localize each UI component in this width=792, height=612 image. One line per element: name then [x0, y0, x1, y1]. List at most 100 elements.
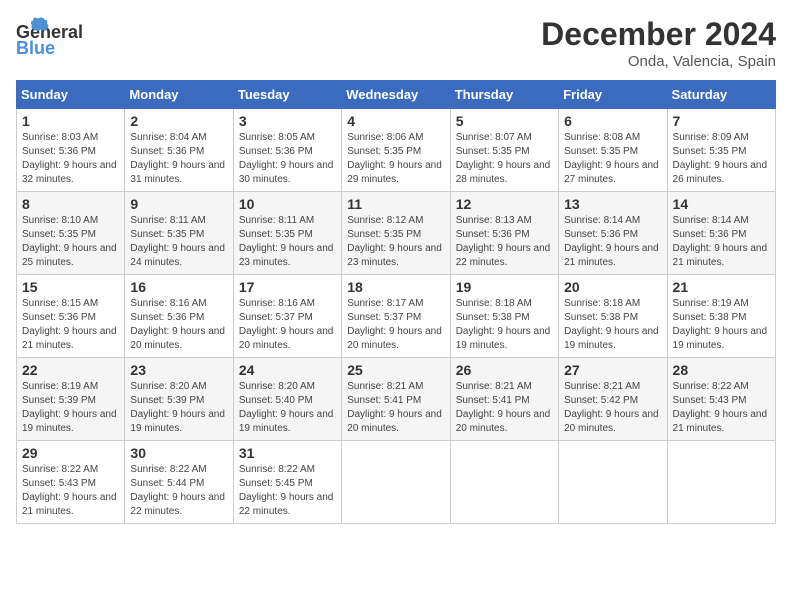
day-number: 28: [673, 362, 770, 378]
calendar-day-cell: 17 Sunrise: 8:16 AMSunset: 5:37 PMDaylig…: [233, 275, 341, 358]
calendar-day-cell: 25 Sunrise: 8:21 AMSunset: 5:41 PMDaylig…: [342, 358, 450, 441]
calendar-week-row: 1 Sunrise: 8:03 AMSunset: 5:36 PMDayligh…: [17, 109, 776, 192]
day-detail: Sunrise: 8:16 AMSunset: 5:36 PMDaylight:…: [130, 298, 225, 351]
day-detail: Sunrise: 8:18 AMSunset: 5:38 PMDaylight:…: [456, 298, 551, 351]
calendar-day-cell: 20 Sunrise: 8:18 AMSunset: 5:38 PMDaylig…: [559, 275, 667, 358]
day-detail: Sunrise: 8:22 AMSunset: 5:43 PMDaylight:…: [22, 464, 117, 517]
calendar-day-cell: 29 Sunrise: 8:22 AMSunset: 5:43 PMDaylig…: [17, 441, 125, 524]
day-number: 15: [22, 279, 119, 295]
day-number: 19: [456, 279, 553, 295]
calendar-day-cell: 30 Sunrise: 8:22 AMSunset: 5:44 PMDaylig…: [125, 441, 233, 524]
col-monday: Monday: [125, 81, 233, 109]
location-subtitle: Onda, Valencia, Spain: [541, 53, 776, 70]
calendar-day-cell: 12 Sunrise: 8:13 AMSunset: 5:36 PMDaylig…: [450, 192, 558, 275]
day-number: 26: [456, 362, 553, 378]
day-detail: Sunrise: 8:16 AMSunset: 5:37 PMDaylight:…: [239, 298, 334, 351]
calendar-week-row: 29 Sunrise: 8:22 AMSunset: 5:43 PMDaylig…: [17, 441, 776, 524]
day-detail: Sunrise: 8:07 AMSunset: 5:35 PMDaylight:…: [456, 132, 551, 185]
day-detail: Sunrise: 8:05 AMSunset: 5:36 PMDaylight:…: [239, 132, 334, 185]
day-number: 7: [673, 113, 770, 129]
calendar-day-cell: 5 Sunrise: 8:07 AMSunset: 5:35 PMDayligh…: [450, 109, 558, 192]
day-number: 18: [347, 279, 444, 295]
day-number: 22: [22, 362, 119, 378]
page-header: General Blue December 2024 Onda, Valenci…: [16, 16, 776, 70]
day-number: 11: [347, 196, 444, 212]
calendar-header-row: Sunday Monday Tuesday Wednesday Thursday…: [17, 81, 776, 109]
day-detail: Sunrise: 8:14 AMSunset: 5:36 PMDaylight:…: [564, 215, 659, 268]
day-detail: Sunrise: 8:15 AMSunset: 5:36 PMDaylight:…: [22, 298, 117, 351]
day-detail: Sunrise: 8:21 AMSunset: 5:42 PMDaylight:…: [564, 381, 659, 434]
day-detail: Sunrise: 8:14 AMSunset: 5:36 PMDaylight:…: [673, 215, 768, 268]
day-detail: Sunrise: 8:04 AMSunset: 5:36 PMDaylight:…: [130, 132, 225, 185]
day-detail: Sunrise: 8:21 AMSunset: 5:41 PMDaylight:…: [347, 381, 442, 434]
day-number: 6: [564, 113, 661, 129]
calendar-day-cell: 11 Sunrise: 8:12 AMSunset: 5:35 PMDaylig…: [342, 192, 450, 275]
calendar-week-row: 15 Sunrise: 8:15 AMSunset: 5:36 PMDaylig…: [17, 275, 776, 358]
calendar-day-cell: 9 Sunrise: 8:11 AMSunset: 5:35 PMDayligh…: [125, 192, 233, 275]
logo: General Blue: [16, 16, 126, 66]
col-friday: Friday: [559, 81, 667, 109]
calendar-day-cell: 31 Sunrise: 8:22 AMSunset: 5:45 PMDaylig…: [233, 441, 341, 524]
calendar-day-cell: [559, 441, 667, 524]
day-number: 21: [673, 279, 770, 295]
calendar-day-cell: [450, 441, 558, 524]
calendar-day-cell: 16 Sunrise: 8:16 AMSunset: 5:36 PMDaylig…: [125, 275, 233, 358]
day-detail: Sunrise: 8:12 AMSunset: 5:35 PMDaylight:…: [347, 215, 442, 268]
calendar-day-cell: 4 Sunrise: 8:06 AMSunset: 5:35 PMDayligh…: [342, 109, 450, 192]
calendar-day-cell: 1 Sunrise: 8:03 AMSunset: 5:36 PMDayligh…: [17, 109, 125, 192]
day-number: 27: [564, 362, 661, 378]
calendar-day-cell: [342, 441, 450, 524]
calendar-day-cell: 26 Sunrise: 8:21 AMSunset: 5:41 PMDaylig…: [450, 358, 558, 441]
day-number: 4: [347, 113, 444, 129]
day-detail: Sunrise: 8:17 AMSunset: 5:37 PMDaylight:…: [347, 298, 442, 351]
col-tuesday: Tuesday: [233, 81, 341, 109]
day-number: 20: [564, 279, 661, 295]
day-number: 1: [22, 113, 119, 129]
col-wednesday: Wednesday: [342, 81, 450, 109]
day-detail: Sunrise: 8:11 AMSunset: 5:35 PMDaylight:…: [239, 215, 334, 268]
logo-wordmark: General Blue: [16, 16, 126, 66]
day-detail: Sunrise: 8:22 AMSunset: 5:45 PMDaylight:…: [239, 464, 334, 517]
calendar-day-cell: 3 Sunrise: 8:05 AMSunset: 5:36 PMDayligh…: [233, 109, 341, 192]
calendar-day-cell: 15 Sunrise: 8:15 AMSunset: 5:36 PMDaylig…: [17, 275, 125, 358]
day-detail: Sunrise: 8:18 AMSunset: 5:38 PMDaylight:…: [564, 298, 659, 351]
day-detail: Sunrise: 8:22 AMSunset: 5:44 PMDaylight:…: [130, 464, 225, 517]
calendar-day-cell: 22 Sunrise: 8:19 AMSunset: 5:39 PMDaylig…: [17, 358, 125, 441]
day-number: 16: [130, 279, 227, 295]
day-number: 14: [673, 196, 770, 212]
day-detail: Sunrise: 8:03 AMSunset: 5:36 PMDaylight:…: [22, 132, 117, 185]
calendar-day-cell: 14 Sunrise: 8:14 AMSunset: 5:36 PMDaylig…: [667, 192, 775, 275]
calendar-day-cell: 2 Sunrise: 8:04 AMSunset: 5:36 PMDayligh…: [125, 109, 233, 192]
calendar-day-cell: 6 Sunrise: 8:08 AMSunset: 5:35 PMDayligh…: [559, 109, 667, 192]
day-number: 30: [130, 445, 227, 461]
day-number: 17: [239, 279, 336, 295]
calendar-day-cell: 23 Sunrise: 8:20 AMSunset: 5:39 PMDaylig…: [125, 358, 233, 441]
day-number: 24: [239, 362, 336, 378]
day-number: 25: [347, 362, 444, 378]
calendar-day-cell: 21 Sunrise: 8:19 AMSunset: 5:38 PMDaylig…: [667, 275, 775, 358]
calendar-day-cell: [667, 441, 775, 524]
calendar-day-cell: 18 Sunrise: 8:17 AMSunset: 5:37 PMDaylig…: [342, 275, 450, 358]
day-number: 13: [564, 196, 661, 212]
day-detail: Sunrise: 8:09 AMSunset: 5:35 PMDaylight:…: [673, 132, 768, 185]
day-detail: Sunrise: 8:20 AMSunset: 5:40 PMDaylight:…: [239, 381, 334, 434]
col-sunday: Sunday: [17, 81, 125, 109]
svg-text:Blue: Blue: [16, 38, 55, 58]
calendar-day-cell: 7 Sunrise: 8:09 AMSunset: 5:35 PMDayligh…: [667, 109, 775, 192]
day-detail: Sunrise: 8:22 AMSunset: 5:43 PMDaylight:…: [673, 381, 768, 434]
day-detail: Sunrise: 8:06 AMSunset: 5:35 PMDaylight:…: [347, 132, 442, 185]
calendar-week-row: 22 Sunrise: 8:19 AMSunset: 5:39 PMDaylig…: [17, 358, 776, 441]
title-area: December 2024 Onda, Valencia, Spain: [541, 16, 776, 70]
calendar-day-cell: 13 Sunrise: 8:14 AMSunset: 5:36 PMDaylig…: [559, 192, 667, 275]
month-title: December 2024: [541, 16, 776, 53]
day-detail: Sunrise: 8:20 AMSunset: 5:39 PMDaylight:…: [130, 381, 225, 434]
col-thursday: Thursday: [450, 81, 558, 109]
calendar-table: Sunday Monday Tuesday Wednesday Thursday…: [16, 80, 776, 524]
day-number: 29: [22, 445, 119, 461]
day-number: 31: [239, 445, 336, 461]
calendar-week-row: 8 Sunrise: 8:10 AMSunset: 5:35 PMDayligh…: [17, 192, 776, 275]
day-number: 3: [239, 113, 336, 129]
day-detail: Sunrise: 8:10 AMSunset: 5:35 PMDaylight:…: [22, 215, 117, 268]
day-detail: Sunrise: 8:19 AMSunset: 5:39 PMDaylight:…: [22, 381, 117, 434]
calendar-day-cell: 28 Sunrise: 8:22 AMSunset: 5:43 PMDaylig…: [667, 358, 775, 441]
